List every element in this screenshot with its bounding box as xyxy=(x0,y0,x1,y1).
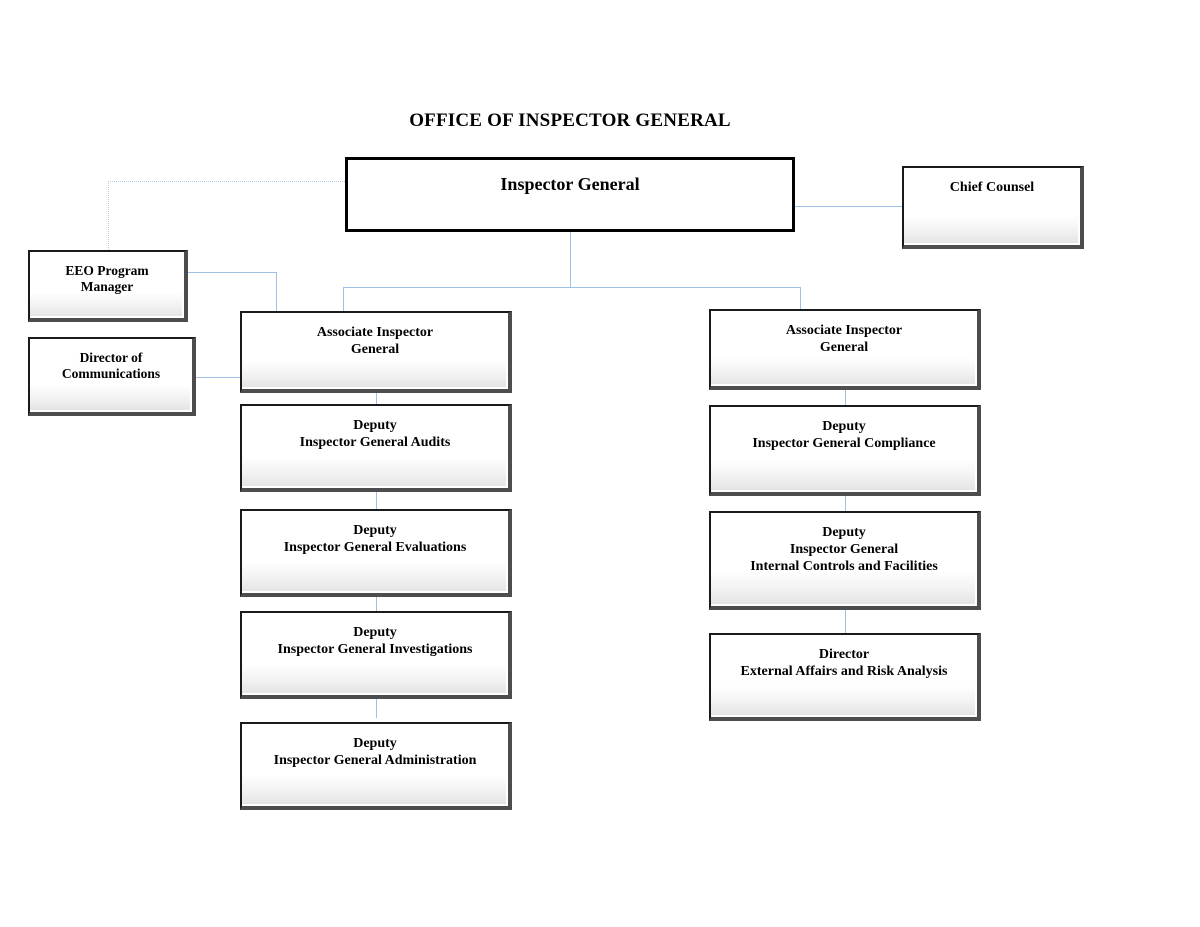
node-chief-counsel[interactable]: Chief Counsel xyxy=(902,166,1084,249)
node-eeo-program-manager[interactable]: EEO Program Manager xyxy=(28,250,188,322)
connector-bus-to-associate-left xyxy=(343,287,344,311)
node-label-associate-inspector-general-right: Associate Inspector General xyxy=(785,323,903,356)
node-label-associate-inspector-general-left: Associate Inspector General xyxy=(316,325,434,358)
connector-eeo-to-associate-vertical xyxy=(276,272,277,311)
connector-investigations-to-administration xyxy=(376,699,377,718)
connector-communications-to-associate xyxy=(196,377,241,378)
node-label-deputy-inspector-general-internal-controls: Deputy Inspector General Internal Contro… xyxy=(750,525,938,575)
node-label-deputy-inspector-general-administration: Deputy Inspector General Administration xyxy=(273,736,477,769)
node-label-deputy-inspector-general-investigations: Deputy Inspector General Investigations xyxy=(277,625,473,658)
node-deputy-inspector-general-internal-controls[interactable]: Deputy Inspector General Internal Contro… xyxy=(709,511,981,610)
org-chart-canvas: OFFICE OF INSPECTOR GENERAL Inspector Ge… xyxy=(0,0,1200,927)
node-label-director-of-communications: Director of Communications xyxy=(61,350,161,382)
connector-ig-to-eeo-horizontal xyxy=(108,181,345,182)
page-title: OFFICE OF INSPECTOR GENERAL xyxy=(409,110,731,131)
node-deputy-inspector-general-audits[interactable]: Deputy Inspector General Audits xyxy=(240,404,512,492)
connector-associate-right-to-compliance xyxy=(845,390,846,405)
node-label-inspector-general: Inspector General xyxy=(500,174,640,194)
node-label-director-external-affairs: Director External Affairs and Risk Analy… xyxy=(740,647,948,680)
connector-eeo-to-associate-horizontal xyxy=(188,272,277,273)
node-associate-inspector-general-right[interactable]: Associate Inspector General xyxy=(709,309,981,390)
connector-audits-to-evaluations xyxy=(376,492,377,509)
connector-ig-trunk xyxy=(570,232,571,287)
connector-ig-to-chief-counsel xyxy=(795,206,902,207)
connector-bus-to-associate-right xyxy=(800,287,801,309)
node-deputy-inspector-general-investigations[interactable]: Deputy Inspector General Investigations xyxy=(240,611,512,699)
connector-internal-controls-to-external-affairs xyxy=(845,610,846,633)
connector-ig-to-eeo-vertical xyxy=(108,181,109,250)
node-director-external-affairs[interactable]: Director External Affairs and Risk Analy… xyxy=(709,633,981,721)
node-label-deputy-inspector-general-evaluations: Deputy Inspector General Evaluations xyxy=(283,523,467,556)
connector-main-bus xyxy=(343,287,801,288)
node-deputy-inspector-general-compliance[interactable]: Deputy Inspector General Compliance xyxy=(709,405,981,496)
node-associate-inspector-general-left[interactable]: Associate Inspector General xyxy=(240,311,512,393)
node-label-eeo-program-manager: EEO Program Manager xyxy=(65,263,149,295)
connector-compliance-to-internal-controls xyxy=(845,496,846,511)
node-label-deputy-inspector-general-audits: Deputy Inspector General Audits xyxy=(299,418,451,451)
node-director-of-communications[interactable]: Director of Communications xyxy=(28,337,196,416)
node-deputy-inspector-general-administration[interactable]: Deputy Inspector General Administration xyxy=(240,722,512,810)
node-label-chief-counsel: Chief Counsel xyxy=(949,180,1035,195)
node-inspector-general[interactable]: Inspector General xyxy=(345,157,795,232)
connector-associate-left-to-audits xyxy=(376,393,377,404)
node-deputy-inspector-general-evaluations[interactable]: Deputy Inspector General Evaluations xyxy=(240,509,512,597)
node-label-deputy-inspector-general-compliance: Deputy Inspector General Compliance xyxy=(752,419,936,452)
